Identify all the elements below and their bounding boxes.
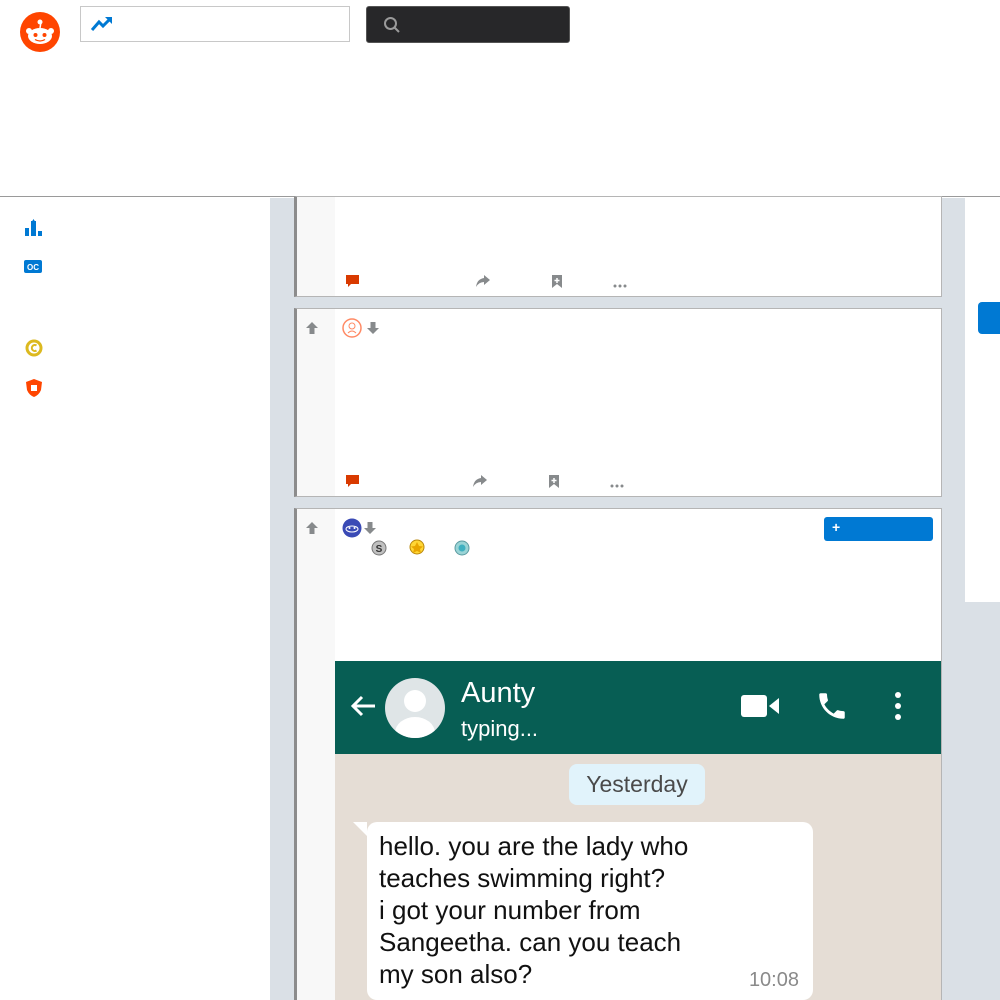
platinum-award-icon[interactable] <box>454 540 470 561</box>
upvote-icon[interactable] <box>305 321 319 340</box>
post-actions <box>345 274 645 290</box>
share-icon[interactable] <box>475 274 491 293</box>
share-icon[interactable] <box>472 474 488 493</box>
save-icon[interactable] <box>551 274 563 294</box>
comment-icon[interactable] <box>345 474 360 494</box>
post-body <box>335 309 941 496</box>
premium-shield-icon[interactable] <box>24 378 44 398</box>
message-line: Sangeetha. can you teach <box>379 927 682 957</box>
post-actions <box>345 474 645 490</box>
svg-text:OC: OC <box>27 263 39 272</box>
downvote-icon[interactable] <box>366 321 380 340</box>
message-line: hello. you are the lady who <box>379 831 689 861</box>
video-call-icon <box>740 693 780 724</box>
top-header <box>0 0 1000 197</box>
user-avatar-icon[interactable] <box>342 318 362 343</box>
silver-award-icon[interactable]: S <box>371 540 387 561</box>
join-button-label: + <box>832 519 841 535</box>
save-icon[interactable] <box>548 474 560 494</box>
left-sidebar: OC <box>0 198 270 1000</box>
message-bubble: hello. you are the lady who teaches swim… <box>353 822 813 1000</box>
contact-avatar <box>385 678 445 738</box>
feed-selector[interactable] <box>80 6 350 42</box>
message-line: i got your number from <box>379 895 641 925</box>
gold-award-icon[interactable] <box>409 539 425 560</box>
search-icon <box>383 16 401 39</box>
message-time: 10:08 <box>748 969 799 991</box>
leaderboard-icon[interactable] <box>24 218 44 238</box>
contact-status: typing... <box>461 716 539 741</box>
post-card[interactable] <box>294 196 942 297</box>
downvote-icon[interactable] <box>363 521 377 540</box>
trending-icon <box>90 16 113 37</box>
more-icon[interactable] <box>610 476 624 494</box>
user-avatar-icon[interactable] <box>342 518 362 543</box>
upvote-icon[interactable] <box>305 521 319 540</box>
chat-area: Yesterday hello. you are the lady who te… <box>335 754 941 1000</box>
chat-header: Aunty typing... <box>335 661 941 754</box>
coins-icon[interactable] <box>24 338 44 358</box>
sidebar-action-button[interactable] <box>978 302 1000 334</box>
reddit-logo-icon[interactable] <box>20 12 60 52</box>
right-sidebar-panel <box>965 198 1000 602</box>
back-arrow-icon <box>349 691 379 726</box>
svg-text:S: S <box>376 544 383 555</box>
message-line: my son also? <box>379 959 533 989</box>
date-chip: Yesterday <box>569 764 705 805</box>
post-image[interactable]: Aunty typing... Yesterday hello. you are… <box>335 661 941 1000</box>
message-line: teaches swimming right? <box>379 863 666 893</box>
search-input[interactable] <box>366 6 570 43</box>
kebab-menu-icon <box>893 691 903 726</box>
message-text: hello. you are the lady who teaches swim… <box>379 830 719 990</box>
more-icon[interactable] <box>613 276 627 294</box>
phone-icon <box>815 689 849 728</box>
post-card[interactable] <box>294 308 942 497</box>
oc-icon[interactable]: OC <box>24 259 44 279</box>
contact-name: Aunty <box>461 677 536 709</box>
comment-icon[interactable] <box>345 274 360 294</box>
join-button[interactable]: + <box>824 517 933 541</box>
